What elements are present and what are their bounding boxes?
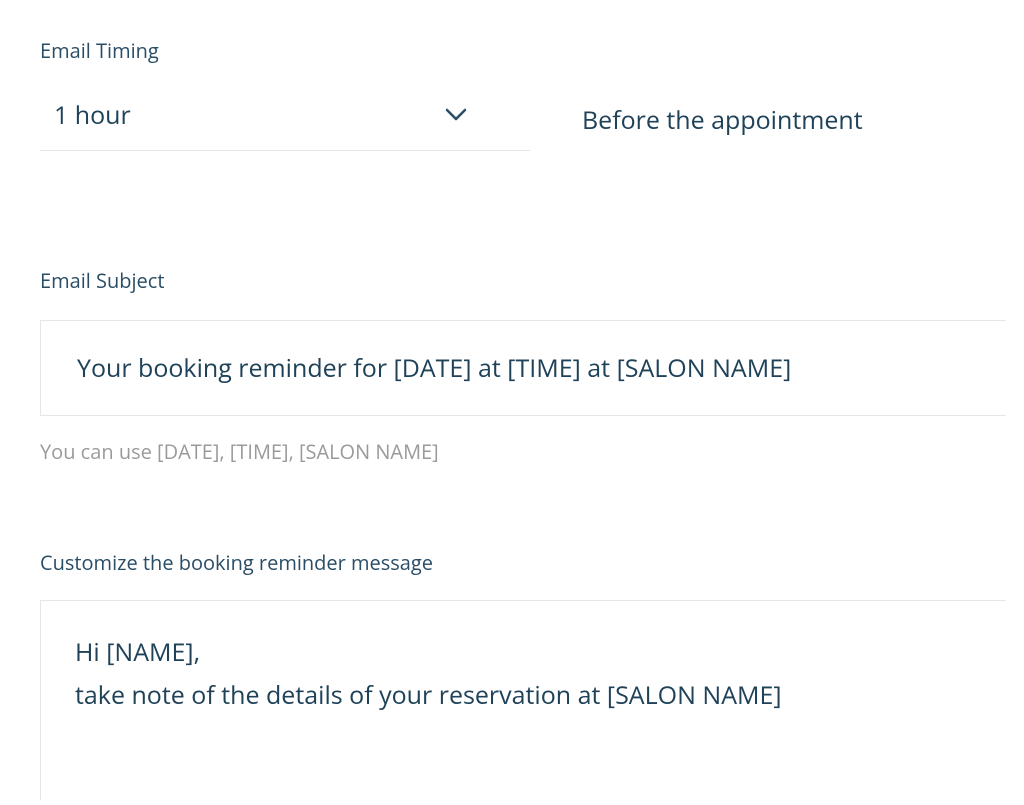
chevron-down-icon [444,103,468,127]
message-label: Customize the booking reminder message [40,549,1006,576]
email-subject-label: Email Subject [40,267,1006,294]
message-textarea[interactable] [40,600,1006,800]
subject-helper-text: You can use [DATE], [TIME], [SALON NAME] [40,438,1006,465]
email-timing-label: Email Timing [40,37,1006,64]
email-subject-input[interactable] [40,320,1006,416]
timing-suffix-text: Before the appointment [582,103,863,137]
timing-select[interactable]: 1 hour [40,88,530,151]
timing-select-value: 1 hour [54,98,131,132]
